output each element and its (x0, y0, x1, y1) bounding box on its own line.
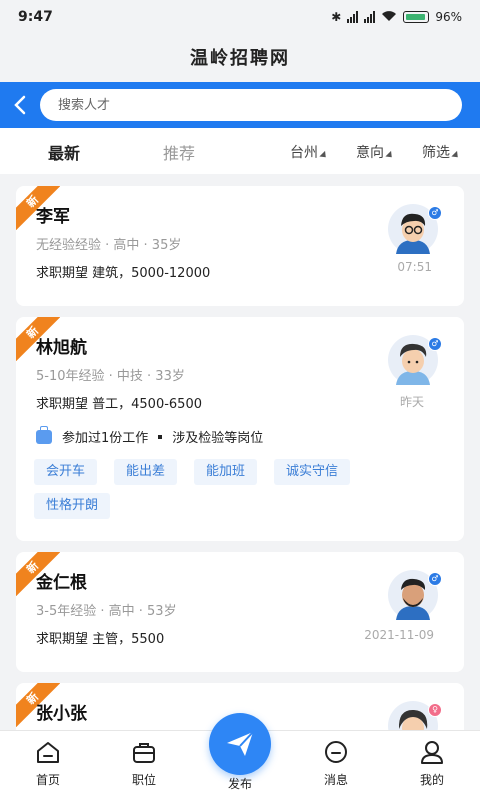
filter-intention[interactable]: 意向 (356, 142, 395, 162)
nav-home-label: 首页 (35, 773, 60, 787)
jobs-count: 参加过1份工作 (62, 431, 149, 446)
battery-level: 96% (435, 10, 462, 24)
positions: 涉及检验等岗位 (172, 431, 264, 446)
nav-publish-label: 发布 (227, 777, 252, 791)
skill-tag[interactable]: 能加班 (194, 459, 258, 485)
wifi-icon (381, 10, 397, 25)
status-icons: ✱ 96% (331, 10, 462, 25)
nav-jobs-label: 职位 (131, 773, 156, 787)
nav-profile[interactable]: 我的 (402, 739, 462, 788)
battery-icon (403, 11, 430, 23)
skill-tag[interactable]: 会开车 (34, 459, 98, 485)
search-bar (0, 82, 480, 128)
avatar: ♂ (388, 570, 442, 620)
back-button[interactable] (0, 82, 40, 128)
candidate-card[interactable]: 新 李军 无经验经验 · 高中 · 35岁 求职期望 建筑，5000-12000… (16, 186, 464, 306)
publish-button[interactable] (209, 713, 271, 775)
candidate-expectation: 求职期望 建筑，5000-12000 (36, 266, 211, 281)
candidate-expectation: 求职期望 主管，5500 (36, 632, 165, 647)
candidate-meta: 5-10年经验 · 中技 · 33岁 (36, 369, 185, 384)
status-time: 9:47 (18, 9, 53, 25)
candidate-meta: 3-5年经验 · 高中 · 53岁 (36, 604, 177, 619)
nav-profile-label: 我的 (419, 773, 444, 787)
candidate-name: 金仁根 (36, 573, 87, 593)
chevron-left-icon (14, 95, 26, 115)
candidate-card[interactable]: 新 林旭航 5-10年经验 · 中技 · 33岁 求职期望 普工，4500-65… (16, 317, 464, 541)
dropdown-icon (451, 150, 461, 160)
filter-intention-label: 意向 (356, 145, 384, 161)
signal-icon-2 (364, 11, 376, 23)
dropdown-icon (385, 150, 395, 160)
filter-more[interactable]: 筛选 (422, 142, 461, 162)
signal-icon (347, 11, 359, 23)
tab-bar: 最新 推荐 台州 意向 筛选 (0, 128, 480, 174)
status-bar: 9:47 ✱ 96% (0, 0, 480, 34)
separator-dot (158, 434, 163, 439)
male-icon: ♂ (428, 572, 442, 586)
dropdown-icon (319, 150, 329, 160)
skill-tag[interactable]: 诚实守信 (274, 459, 351, 485)
candidate-expectation: 求职期望 普工，4500-6500 (36, 397, 202, 412)
nav-messages[interactable]: 消息 (306, 739, 366, 788)
filter-more-label: 筛选 (422, 145, 450, 161)
page-title: 温岭招聘网 (190, 48, 290, 69)
filter-city-label: 台州 (290, 145, 318, 161)
paper-plane-icon (227, 731, 254, 756)
candidate-name: 张小张 (36, 704, 87, 724)
briefcase-icon (131, 739, 157, 765)
tab-latest[interactable]: 最新 (48, 140, 80, 164)
candidate-name: 李军 (36, 207, 70, 227)
filter-city[interactable]: 台州 (290, 142, 329, 162)
candidate-meta: 无经验经验 · 高中 · 35岁 (36, 238, 182, 253)
home-icon (35, 739, 61, 765)
nav-messages-label: 消息 (323, 773, 348, 787)
avatar: ♂ (388, 335, 442, 385)
male-icon: ♂ (428, 337, 442, 351)
briefcase-icon (36, 425, 52, 444)
bottom-nav: 首页 职位 发布 消息 我的 (0, 713, 480, 800)
male-icon: ♂ (428, 206, 442, 220)
skill-tag[interactable]: 性格开朗 (34, 493, 111, 519)
update-time: 07:51 (397, 260, 432, 274)
candidate-name: 林旭航 (36, 338, 87, 358)
female-icon: ♀ (428, 703, 442, 717)
bluetooth-icon: ✱ (331, 10, 342, 24)
tab-recommended[interactable]: 推荐 (163, 140, 195, 164)
candidate-card[interactable]: 新 金仁根 3-5年经验 · 高中 · 53岁 求职期望 主管，5500 ♂ 2… (16, 552, 464, 672)
work-experience: 参加过1份工作 涉及检验等岗位 (36, 425, 264, 446)
user-icon (419, 739, 445, 765)
nav-home[interactable]: 首页 (18, 739, 78, 788)
search-input[interactable] (40, 89, 462, 121)
message-icon (323, 739, 349, 765)
avatar: ♂ (388, 204, 442, 254)
update-time: 2021-11-09 (364, 628, 434, 642)
update-time: 昨天 (399, 395, 424, 409)
nav-publish[interactable]: 发布 (210, 769, 270, 792)
nav-jobs[interactable]: 职位 (114, 739, 174, 788)
skill-tag[interactable]: 能出差 (114, 459, 178, 485)
